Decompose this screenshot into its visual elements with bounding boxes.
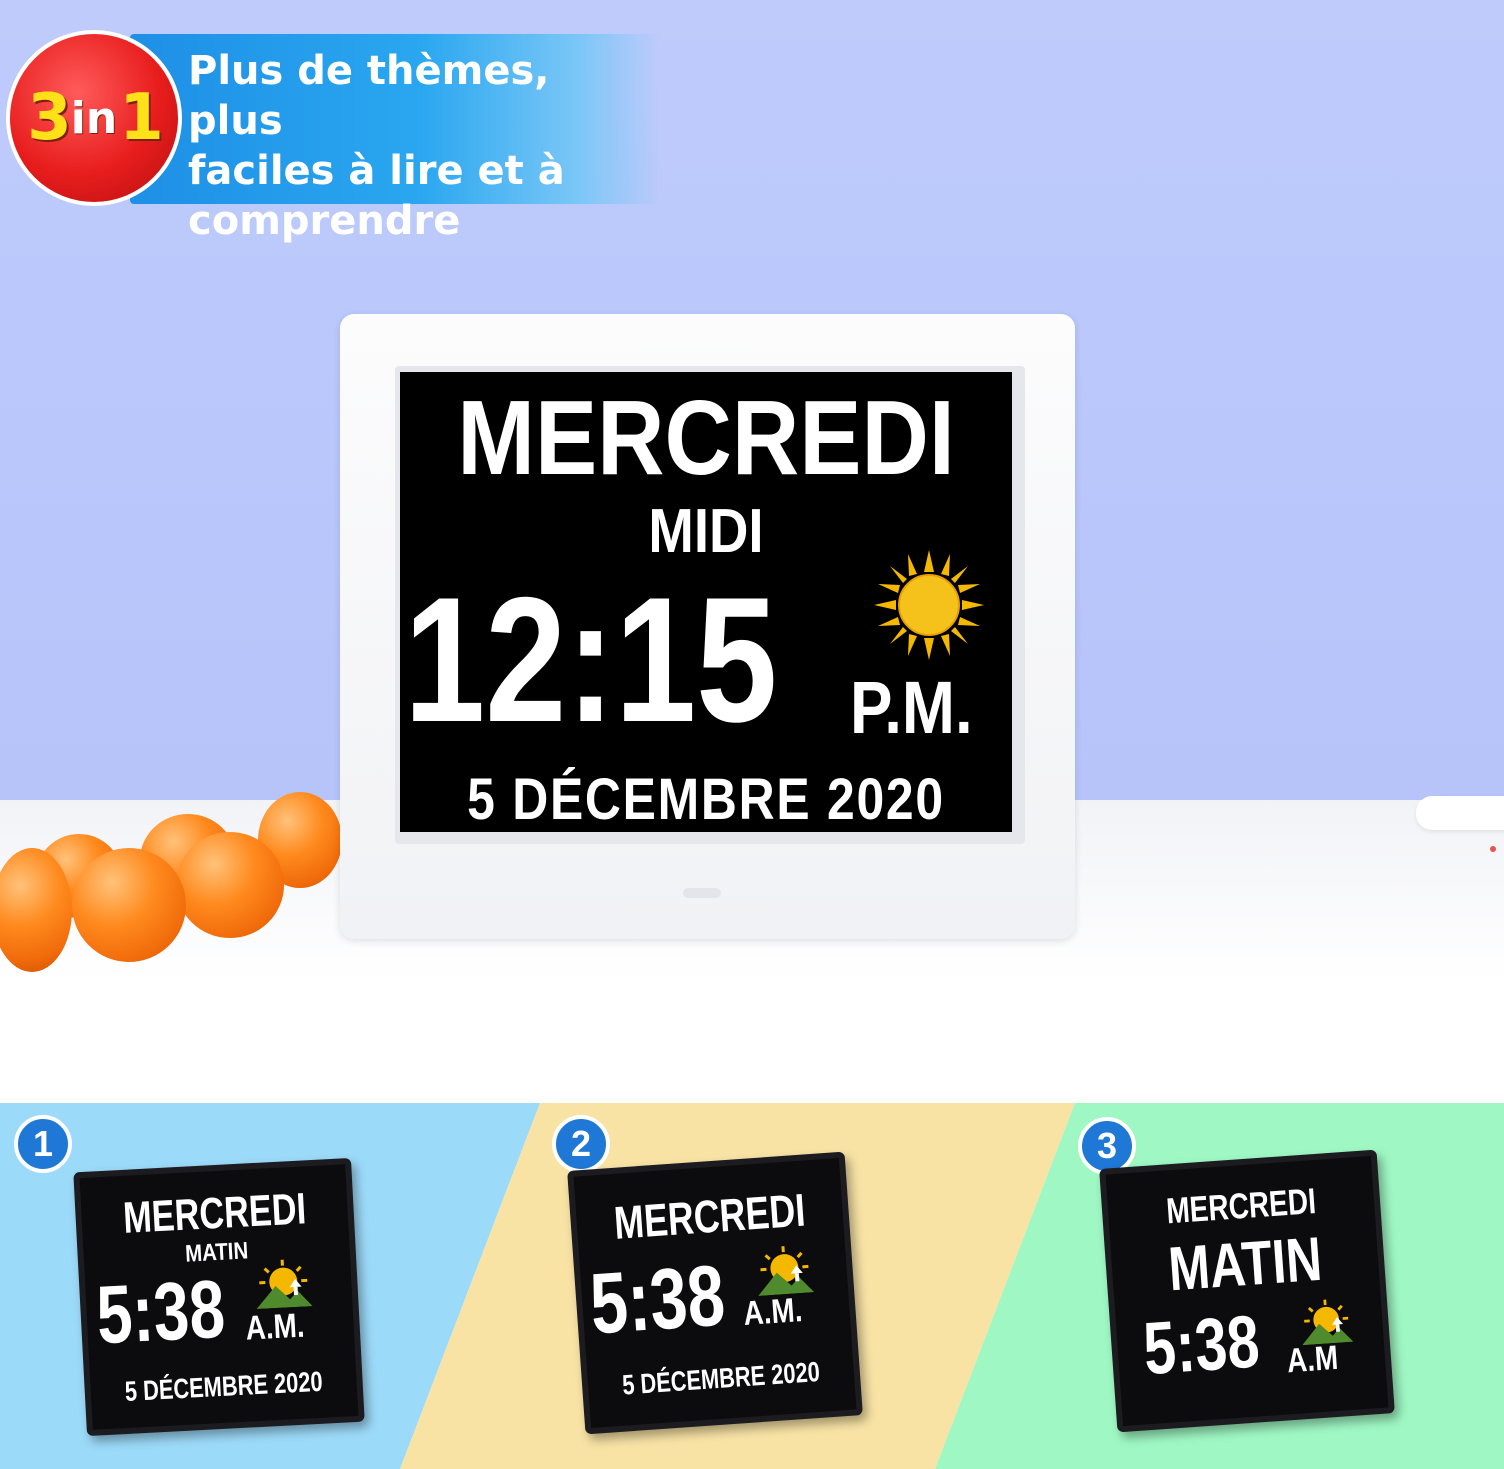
theme-1-ampm: A.M.: [244, 1306, 306, 1348]
background-object: [1416, 796, 1504, 830]
badge-line-1: Plus de thèmes, plus: [188, 48, 550, 144]
theme-3-ampm: A.M: [1285, 1338, 1340, 1381]
theme-3-time: 5:38: [1140, 1299, 1262, 1391]
sunrise-icon: [256, 1259, 313, 1310]
badge-line-2: faciles à lire et à: [188, 148, 565, 194]
badge-caption: Plus de thèmes, plus faciles à lire et à…: [188, 46, 658, 246]
theme-number-1: 1: [14, 1115, 72, 1173]
theme-2-device: MERCREDI 5:38 A.M. 5 DÉCEMBRE 2020: [567, 1151, 863, 1435]
themes-section: 1 MERCREDI MATIN 5:38 A.M. 5 DÉCEMBRE 20…: [0, 1103, 1504, 1469]
theme-2-ampm: A.M.: [742, 1291, 804, 1334]
sun-icon: [874, 550, 984, 660]
clock-screen: MERCREDI MIDI 12:15 P.M. 5 DÉCEMBRE 2020: [400, 372, 1012, 832]
sunrise-icon: [1302, 1299, 1354, 1346]
display-date: 5 DÉCEMBRE 2020: [467, 767, 945, 832]
theme-2-time: 5:38: [587, 1247, 728, 1353]
orange-fruit: [176, 832, 284, 938]
display-ampm: P.M.: [850, 666, 973, 749]
badge-one: 1: [119, 81, 163, 155]
theme-2-day: MERCREDI: [612, 1183, 807, 1249]
theme-3-device: MERCREDI MATIN 5:38 A.M: [1099, 1149, 1395, 1433]
theme-3-period: MATIN: [1166, 1224, 1325, 1305]
badge-three: 3: [27, 81, 71, 155]
three-in-one-badge: 3 in 1: [6, 30, 182, 206]
display-time: 12:15: [404, 560, 778, 759]
theme-2-date: 5 DÉCEMBRE 2020: [621, 1355, 821, 1401]
badge-line-3: comprendre: [188, 198, 461, 244]
theme-1-time: 5:38: [94, 1263, 228, 1362]
badge-in: in: [70, 92, 118, 144]
theme-number-2: 2: [552, 1115, 610, 1173]
sunrise-icon: [758, 1246, 815, 1296]
background-speck: [1490, 846, 1496, 852]
theme-1-date: 5 DÉCEMBRE 2020: [124, 1365, 324, 1408]
clock-sensor: [683, 888, 721, 898]
display-day: MERCREDI: [457, 379, 955, 497]
theme-1-device: MERCREDI MATIN 5:38 A.M. 5 DÉCEMBRE 2020: [73, 1157, 365, 1437]
orange-fruit: [72, 848, 186, 962]
